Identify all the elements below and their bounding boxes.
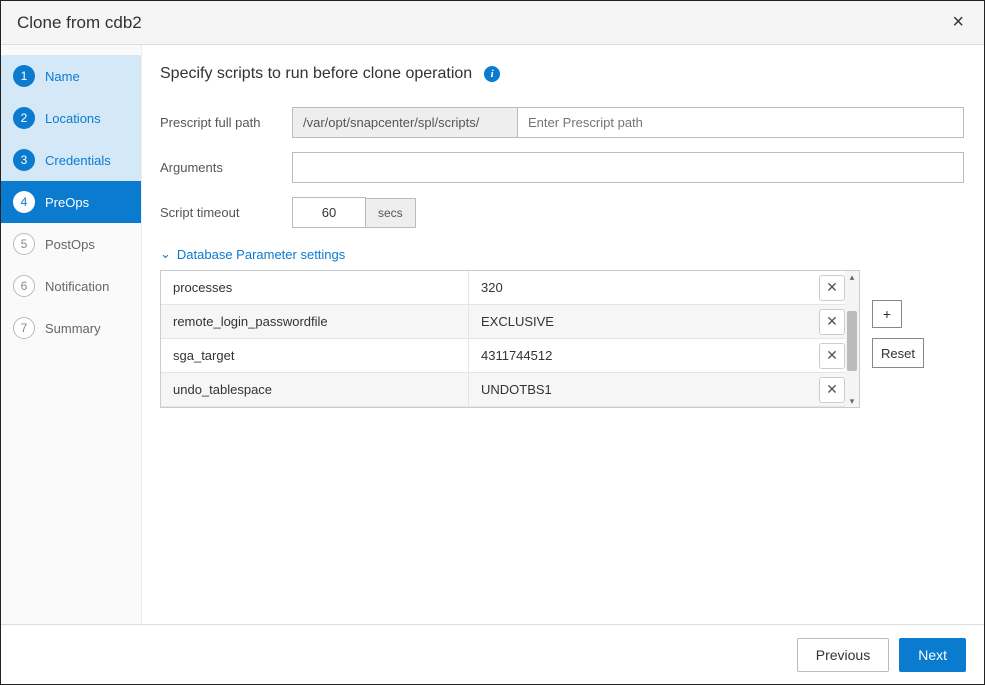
step-number-icon: 1 [13,65,35,87]
db-param-label: Database Parameter settings [177,247,345,262]
param-name[interactable]: sga_target [161,339,469,372]
step-label: Summary [45,321,101,336]
step-number-icon: 4 [13,191,35,213]
step-preops[interactable]: 4 PreOps [1,181,141,223]
delete-row-button[interactable]: ✕ [819,377,845,403]
secs-label: secs [366,198,416,228]
dialog-title: Clone from cdb2 [17,13,948,33]
arguments-row: Arguments [160,152,964,183]
step-number-icon: 3 [13,149,35,171]
table-row: undo_tablespace UNDOTBS1 ✕ [161,373,859,407]
param-value[interactable]: EXCLUSIVE [469,305,805,338]
step-locations[interactable]: 2 Locations [1,97,141,139]
previous-button[interactable]: Previous [797,638,889,672]
step-label: Notification [45,279,109,294]
step-number-icon: 2 [13,107,35,129]
table-row: processes 320 ✕ [161,271,859,305]
table-row: remote_login_passwordfile EXCLUSIVE ✕ [161,305,859,339]
clone-dialog: Clone from cdb2 × 1 Name 2 Locations 3 C… [0,0,985,685]
step-label: PostOps [45,237,95,252]
arguments-input[interactable] [292,152,964,183]
chevron-down-icon: ⌄ [160,246,171,262]
step-label: PreOps [45,195,89,210]
step-summary[interactable]: 7 Summary [1,307,141,349]
param-name[interactable]: undo_tablespace [161,373,469,406]
step-notification[interactable]: 6 Notification [1,265,141,307]
step-number-icon: 6 [13,275,35,297]
step-number-icon: 7 [13,317,35,339]
step-label: Credentials [45,153,111,168]
step-number-icon: 5 [13,233,35,255]
param-name[interactable]: processes [161,271,469,304]
main-panel: Specify scripts to run before clone oper… [142,45,984,624]
wizard-sidebar: 1 Name 2 Locations 3 Credentials 4 PreOp… [1,45,142,624]
heading-text: Specify scripts to run before clone oper… [160,65,472,83]
scroll-up-icon[interactable]: ▴ [845,271,859,283]
prescript-row: Prescript full path /var/opt/snapcenter/… [160,107,964,138]
prescript-input[interactable] [518,107,964,138]
timeout-label: Script timeout [160,205,292,220]
delete-row-button[interactable]: ✕ [819,309,845,335]
reset-button[interactable]: Reset [872,338,924,368]
param-area: processes 320 ✕ remote_login_passwordfil… [160,270,964,408]
param-value[interactable]: 4311744512 [469,339,805,372]
step-credentials[interactable]: 3 Credentials [1,139,141,181]
arguments-label: Arguments [160,160,292,175]
timeout-input[interactable] [292,197,366,228]
prescript-label: Prescript full path [160,115,292,130]
step-label: Name [45,69,80,84]
close-icon[interactable]: × [948,11,968,34]
step-postops[interactable]: 5 PostOps [1,223,141,265]
prescript-prefix: /var/opt/snapcenter/spl/scripts/ [292,107,518,138]
info-icon[interactable]: i [484,66,500,82]
titlebar: Clone from cdb2 × [1,1,984,45]
delete-row-button[interactable]: ✕ [819,343,845,369]
param-name[interactable]: remote_login_passwordfile [161,305,469,338]
dialog-footer: Previous Next [1,624,984,684]
scroll-thumb[interactable] [847,311,857,371]
scroll-down-icon[interactable]: ▾ [845,395,859,407]
param-value[interactable]: 320 [469,271,805,304]
table-row: sga_target 4311744512 ✕ [161,339,859,373]
delete-row-button[interactable]: ✕ [819,275,845,301]
dialog-body: 1 Name 2 Locations 3 Credentials 4 PreOp… [1,45,984,624]
param-side-buttons: + Reset [872,270,924,368]
add-param-button[interactable]: + [872,300,902,328]
step-label: Locations [45,111,101,126]
param-value[interactable]: UNDOTBS1 [469,373,805,406]
step-name[interactable]: 1 Name [1,55,141,97]
db-param-toggle[interactable]: ⌄ Database Parameter settings [160,246,964,262]
next-button[interactable]: Next [899,638,966,672]
scrollbar[interactable]: ▴ ▾ [845,271,859,407]
timeout-row: Script timeout secs [160,197,964,228]
section-heading: Specify scripts to run before clone oper… [160,65,964,83]
param-table: processes 320 ✕ remote_login_passwordfil… [160,270,860,408]
